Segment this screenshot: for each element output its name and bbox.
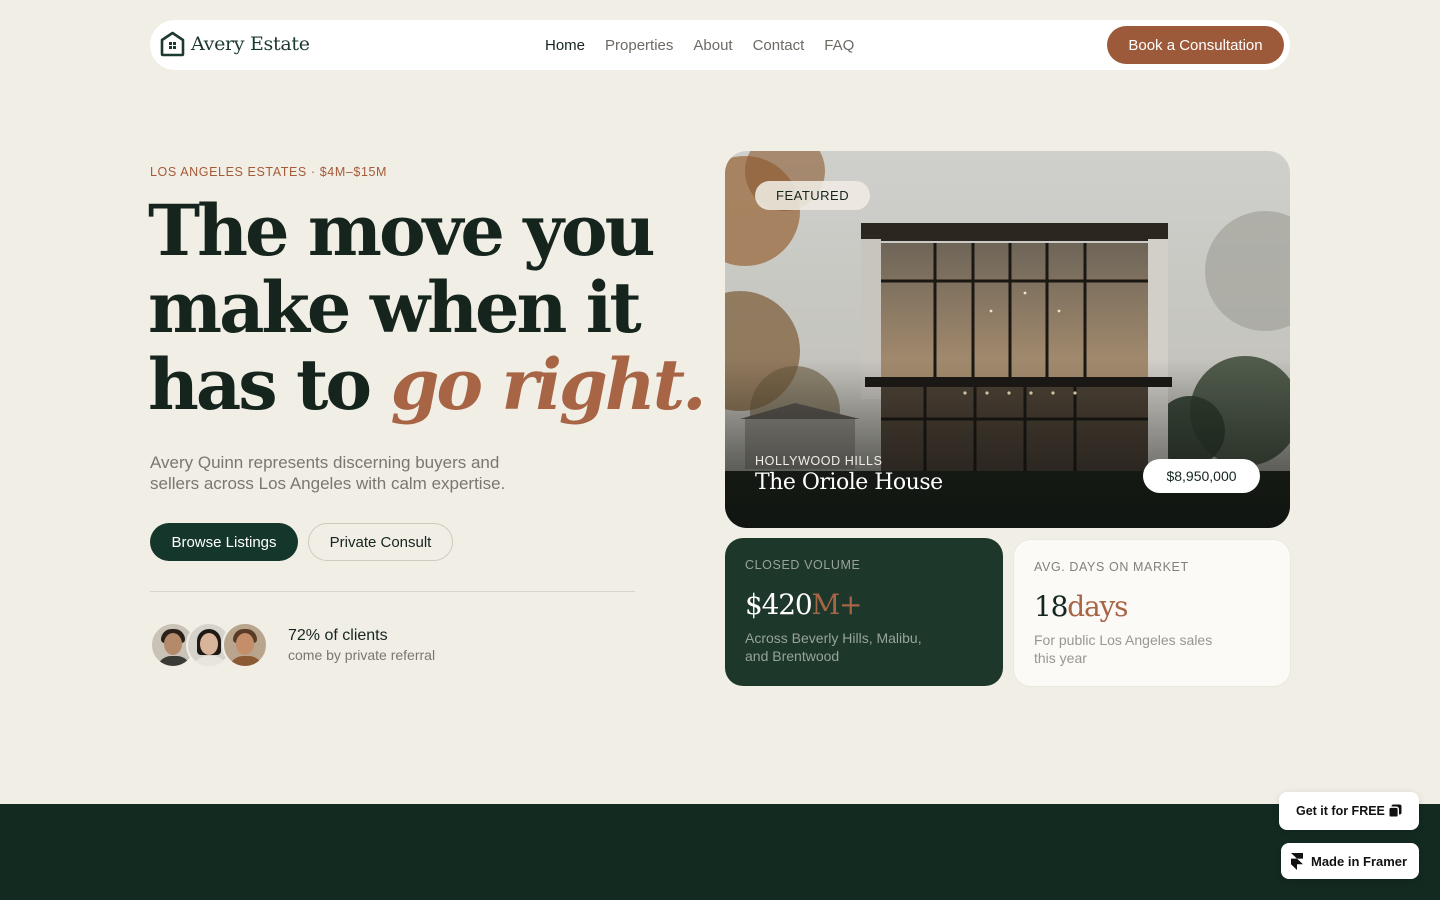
- stat-unit: M+: [811, 588, 862, 621]
- get-it-free-badge[interactable]: Get it for FREE: [1279, 792, 1419, 830]
- book-consultation-button[interactable]: Book a Consultation: [1107, 26, 1284, 64]
- nav-link-faq[interactable]: FAQ: [824, 37, 854, 54]
- referral-stat-subtitle: come by private referral: [288, 647, 436, 663]
- stat-label: AVG. DAYS ON MARKET: [1034, 560, 1189, 574]
- property-location: HOLLYWOOD HILLS: [755, 454, 883, 468]
- copy-icon: [1388, 804, 1402, 818]
- headline-line-1: The move you: [148, 189, 655, 272]
- house-logo-icon: [160, 31, 185, 57]
- private-consult-button[interactable]: Private Consult: [308, 523, 453, 561]
- made-in-framer-label: Made in Framer: [1311, 853, 1408, 869]
- stat-value: $420M+: [745, 588, 862, 621]
- headline-line-3-plain: has to: [148, 343, 391, 426]
- client-avatars: [150, 622, 268, 668]
- made-in-framer-badge[interactable]: Made in Framer: [1281, 843, 1419, 879]
- closed-volume-card: CLOSED VOLUME $420M+ Across Beverly Hill…: [725, 538, 1003, 686]
- browse-listings-button[interactable]: Browse Listings: [150, 523, 298, 561]
- stat-number: 18: [1034, 590, 1068, 623]
- hero-headline: The move you make when it has to go righ…: [148, 192, 708, 423]
- days-on-market-card: AVG. DAYS ON MARKET 18days For public Lo…: [1013, 539, 1291, 687]
- property-price-badge: $8,950,000: [1143, 459, 1260, 493]
- get-it-free-label: Get it for FREE: [1296, 804, 1385, 818]
- hero-divider: [150, 591, 635, 592]
- nav-link-home[interactable]: Home: [545, 37, 585, 54]
- avatar: [222, 622, 268, 668]
- nav-link-contact[interactable]: Contact: [753, 37, 805, 54]
- stat-description: Across Beverly Hills, Malibu, and Brentw…: [745, 630, 922, 664]
- featured-tag: FEATURED: [755, 181, 871, 210]
- nav-link-about[interactable]: About: [693, 37, 732, 54]
- stat-description: For public Los Angeles sales this year: [1034, 632, 1213, 666]
- stat-value: 18days: [1034, 590, 1128, 623]
- stat-label: CLOSED VOLUME: [745, 558, 861, 572]
- nav-links: Home Properties About Contact FAQ: [545, 20, 854, 70]
- framer-logo-icon: [1291, 852, 1303, 870]
- property-name: The Oriole House: [755, 470, 943, 495]
- stat-unit: days: [1067, 590, 1128, 623]
- stat-number: $420: [745, 588, 813, 621]
- headline-accent: go right.: [390, 343, 706, 426]
- featured-property-card[interactable]: FEATURED HOLLYWOOD HILLS The Oriole Hous…: [725, 151, 1290, 528]
- headline-line-2: make when it: [148, 266, 642, 349]
- nav-link-properties[interactable]: Properties: [605, 37, 673, 54]
- referral-stat-title: 72% of clients: [288, 627, 388, 644]
- brand-logo[interactable]: Avery Estate: [160, 31, 310, 57]
- hero-eyebrow: LOS ANGELES ESTATES · $4M–$15M: [150, 165, 388, 179]
- top-navigation: Avery Estate Home Properties About Conta…: [150, 20, 1290, 70]
- brand-name: Avery Estate: [191, 33, 310, 55]
- headline-line-3: has to go right.: [148, 346, 708, 423]
- hero-description: Avery Quinn represents discerning buyers…: [150, 453, 506, 493]
- footer-band: [0, 804, 1440, 900]
